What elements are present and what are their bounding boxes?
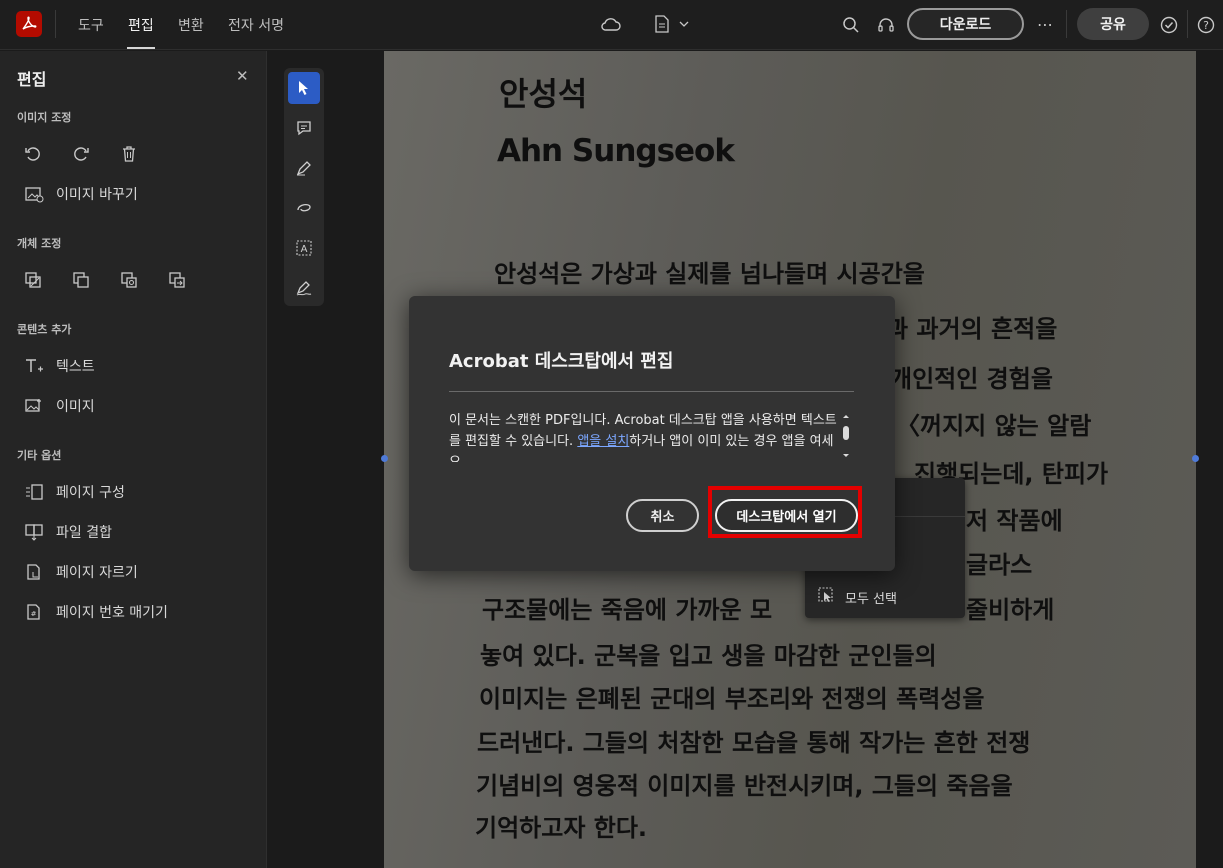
doc-line: 드러낸다. 그들의 처참한 모습을 통해 작가는 흔한 전쟁 — [477, 729, 1031, 757]
install-app-link[interactable]: 앱을 설치 — [577, 434, 629, 449]
redo-icon[interactable] — [70, 143, 92, 165]
add-image-button[interactable]: 이미지 — [24, 396, 95, 416]
image-icon — [24, 396, 44, 416]
divider — [1066, 10, 1067, 38]
text-icon — [24, 356, 44, 376]
signature-tool-icon[interactable] — [288, 272, 320, 304]
selection-handle-right[interactable] — [1192, 455, 1199, 462]
doc-line: 글라스 — [966, 551, 1033, 579]
document-menu-icon[interactable] — [652, 13, 690, 35]
share-button[interactable]: 공유 — [1077, 8, 1149, 40]
replace-image-label: 이미지 바꾸기 — [56, 187, 138, 203]
combine-files-icon — [24, 522, 44, 542]
crop-pages-label: 페이지 자르기 — [56, 565, 138, 581]
search-icon[interactable] — [840, 14, 862, 36]
more-icon[interactable]: ⋯ — [1034, 13, 1056, 35]
select-all-icon — [817, 586, 835, 608]
organize-pages-button[interactable]: 페이지 구성 — [24, 482, 125, 502]
doc-heading-english: Ahn Sungseok — [497, 133, 735, 169]
replace-image-icon — [24, 184, 44, 204]
arrange-icon[interactable] — [22, 269, 44, 291]
doc-line: 이미지는 은폐된 군대의 부조리와 전쟁의 폭력성을 — [479, 685, 985, 713]
doc-line: 과 과거의 흔적을 — [886, 315, 1058, 343]
section-other-options: 기타 옵션 — [17, 449, 62, 462]
divider — [1187, 10, 1188, 38]
active-tab-indicator — [127, 47, 155, 49]
combine-files-label: 파일 결합 — [56, 525, 112, 541]
edit-panel: 편집 ✕ 이미지 조정 이미지 바꾸기 개체 조정 콘텐츠 추가 텍스트 이미지… — [0, 51, 267, 868]
selection-handle-left[interactable] — [381, 455, 388, 462]
comment-tool-icon[interactable] — [288, 112, 320, 144]
organize-pages-icon — [24, 482, 44, 502]
doc-line: 안성석은 가상과 실제를 넘나들며 시공간을 — [494, 260, 925, 288]
flip-object-icon[interactable] — [166, 269, 188, 291]
freeform-tool-icon[interactable] — [288, 192, 320, 224]
crop-pages-icon — [24, 562, 44, 582]
dialog-message: 이 문서는 스캔한 PDF입니다. Acrobat 데스크탑 앱을 사용하면 텍… — [449, 410, 841, 462]
tab-convert[interactable]: 변환 — [178, 15, 204, 35]
select-tool-icon[interactable] — [288, 72, 320, 104]
download-button[interactable]: 다운로드 — [907, 8, 1024, 40]
pen-tool-icon[interactable] — [288, 152, 320, 184]
section-object-adjust: 개체 조정 — [17, 237, 62, 250]
doc-line: 놓여 있다. 군복을 입고 생을 마감한 군인들의 — [480, 642, 937, 670]
crop-object-icon[interactable] — [70, 269, 92, 291]
replace-image-button[interactable]: 이미지 바꾸기 — [24, 184, 138, 204]
acrobat-logo-icon[interactable] — [16, 11, 42, 37]
page-numbers-label: 페이지 번호 매기기 — [56, 605, 168, 621]
trash-icon[interactable] — [118, 143, 140, 165]
doc-line: 기억하고자 한다. — [475, 814, 648, 842]
undo-icon[interactable] — [22, 143, 44, 165]
add-text-button[interactable]: 텍스트 — [24, 356, 95, 376]
select-all-menu-item[interactable]: 모두 선택 — [817, 586, 897, 608]
section-add-content: 콘텐츠 추가 — [17, 323, 72, 336]
svg-text:#: # — [31, 610, 37, 618]
doc-line: 〈꺼지지 않는 알람 — [896, 412, 1092, 440]
combine-files-button[interactable]: 파일 결합 — [24, 522, 112, 542]
tab-edit[interactable]: 편집 — [128, 15, 154, 35]
organize-pages-label: 페이지 구성 — [56, 485, 125, 501]
text-box-tool-icon[interactable]: A — [288, 232, 320, 264]
tab-tools[interactable]: 도구 — [78, 15, 104, 35]
help-icon[interactable]: ? — [1195, 14, 1217, 36]
dialog-scrollbar[interactable] — [841, 414, 851, 458]
svg-text:A: A — [301, 244, 308, 255]
page-numbers-button[interactable]: # 페이지 번호 매기기 — [24, 602, 168, 622]
tab-e-sign[interactable]: 전자 서명 — [228, 15, 284, 35]
check-circle-icon[interactable] — [1158, 14, 1180, 36]
doc-line: 기념비의 영웅적 이미지를 반전시키며, 그들의 죽음을 — [476, 772, 1013, 800]
headset-icon[interactable] — [875, 14, 897, 36]
dialog-title: Acrobat 데스크탑에서 편집 — [449, 351, 674, 372]
select-all-label: 모두 선택 — [845, 591, 897, 607]
add-image-label: 이미지 — [56, 399, 95, 415]
dialog-divider — [449, 391, 854, 392]
doc-heading-korean: 안성석 — [499, 75, 588, 113]
page-number-icon: # — [24, 602, 44, 622]
section-image-adjust: 이미지 조정 — [17, 111, 72, 124]
highlight-box — [708, 486, 862, 538]
doc-line: 구조물에는 죽음에 가까운 모 — [482, 596, 773, 624]
edit-toolbar: A — [284, 68, 324, 306]
cloud-icon[interactable] — [600, 14, 622, 34]
doc-line: 개인적인 경험을 — [890, 365, 1053, 393]
doc-line: 줄비하게 — [966, 596, 1055, 624]
svg-text:?: ? — [1203, 19, 1209, 32]
add-text-label: 텍스트 — [56, 359, 95, 375]
doc-line: 저 작품에 — [966, 507, 1063, 535]
crop-pages-button[interactable]: 페이지 자르기 — [24, 562, 138, 582]
top-bar: 도구 편집 변환 전자 서명 다운로드 ⋯ 공유 ? — [0, 0, 1223, 50]
replace-object-icon[interactable] — [118, 269, 140, 291]
panel-title: 편집 — [17, 70, 47, 89]
divider — [55, 10, 56, 38]
cancel-button[interactable]: 취소 — [626, 499, 699, 532]
close-icon[interactable]: ✕ — [236, 67, 249, 85]
